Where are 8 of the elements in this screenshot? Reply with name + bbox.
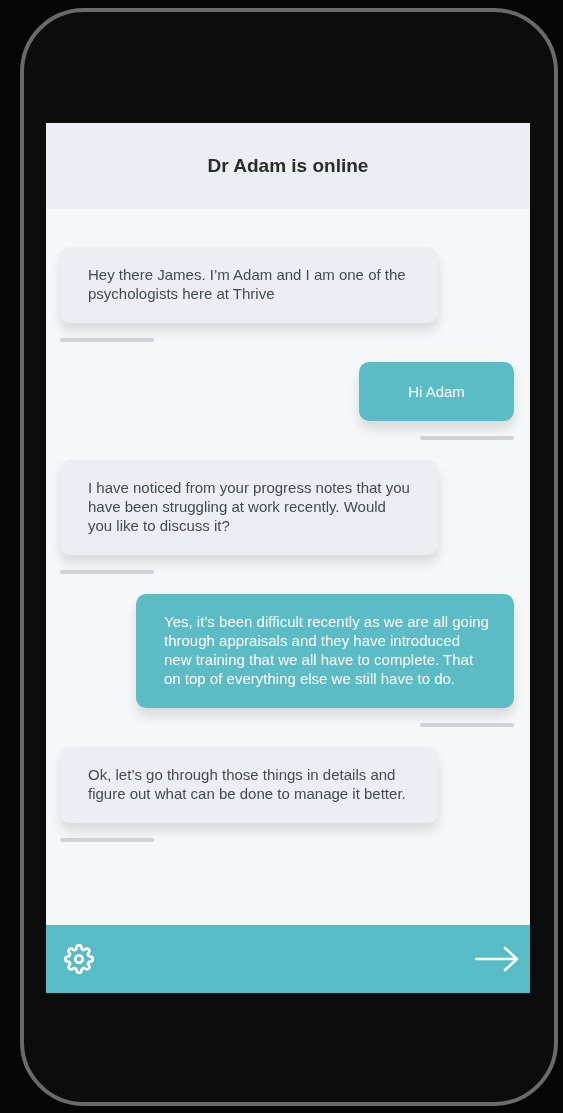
settings-icon[interactable] bbox=[64, 944, 94, 974]
sent-message-bubble: Yes, it’s been difficult recently as we are all going through appraisals and they have introduced new training that we all have to complete. That on top of everything else we still have to do. bbox=[136, 594, 514, 708]
chat-title: Dr Adam is online bbox=[207, 155, 369, 177]
received-message-bubble: I have noticed from your progress notes that you have been struggling at work recently. Would you like to discuss it? bbox=[60, 460, 438, 555]
sent-message-bubble: Hi Adam bbox=[359, 362, 514, 421]
received-message-bubble: Hey there James. I’m Adam and I am one of the psychologists here at Thrive bbox=[60, 247, 438, 323]
arrow-right-icon[interactable] bbox=[474, 945, 520, 973]
received-message-bubble: Ok, let’s go through those things in details and figure out what can be done to manage it better. bbox=[60, 747, 438, 823]
